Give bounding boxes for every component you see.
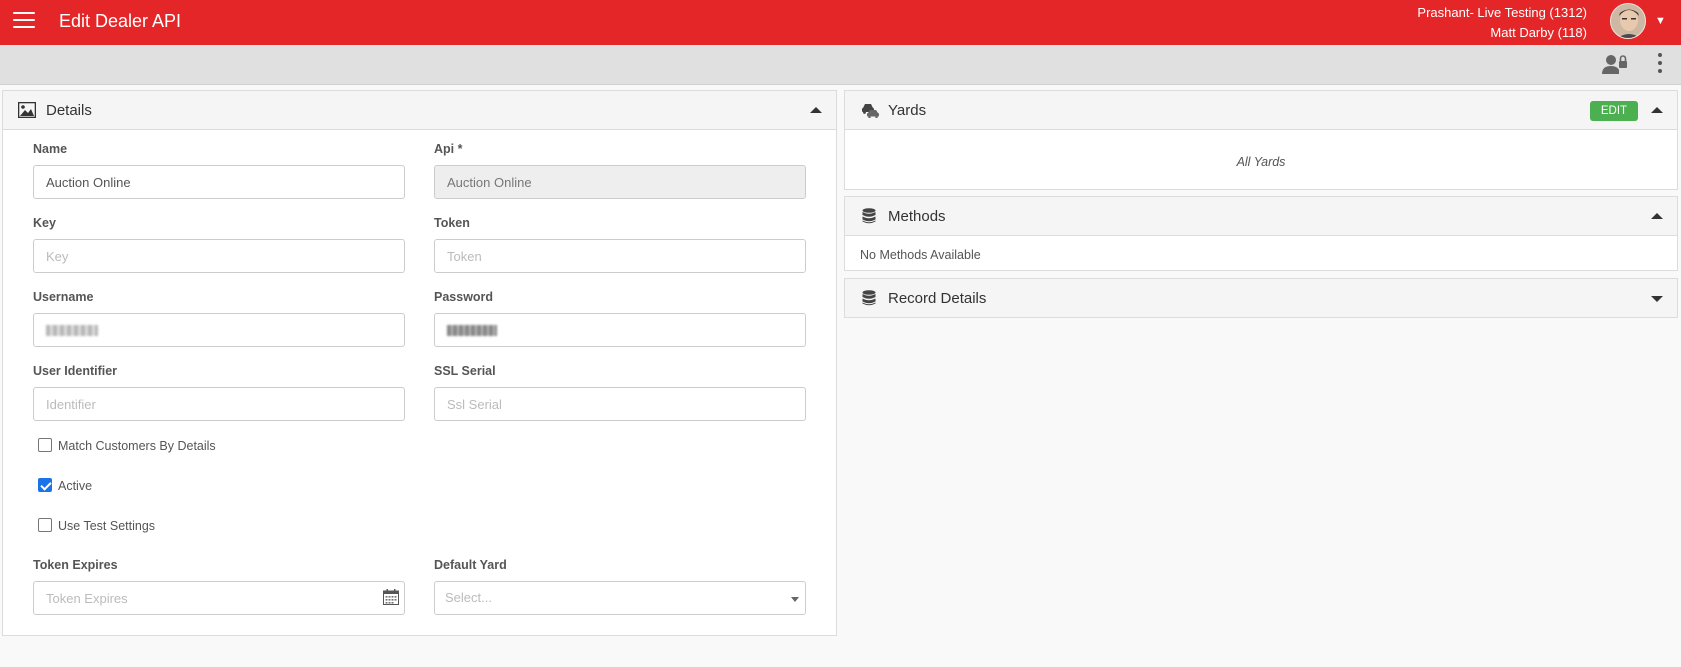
- yards-panel-header[interactable]: Yards: [845, 91, 1677, 130]
- user-info[interactable]: Prashant- Live Testing (1312) Matt Darby…: [1417, 3, 1587, 43]
- redacted-username: [46, 325, 98, 336]
- ssl-serial-label: SSL Serial: [434, 364, 496, 378]
- password-field[interactable]: [434, 313, 806, 347]
- match-customers-label: Match Customers By Details: [58, 439, 216, 453]
- record-details-panel-header[interactable]: Record Details: [845, 279, 1677, 317]
- default-yard-select[interactable]: Select...: [434, 581, 806, 615]
- name-field[interactable]: [33, 165, 405, 199]
- ssl-serial-field[interactable]: [434, 387, 806, 421]
- more-vertical-icon[interactable]: [1654, 53, 1666, 75]
- use-test-settings-checkbox[interactable]: [38, 518, 52, 532]
- record-details-panel: Record Details: [844, 278, 1678, 318]
- active-label: Active: [58, 479, 93, 493]
- page-title: Edit Dealer API: [59, 11, 182, 31]
- collapse-icon[interactable]: [810, 107, 822, 113]
- collapse-icon[interactable]: [1651, 213, 1663, 219]
- record-details-panel-title: Record Details: [888, 290, 987, 307]
- token-label: Token: [434, 216, 470, 230]
- api-label: Api *: [434, 142, 463, 156]
- methods-panel: Methods No Methods Available: [844, 196, 1678, 271]
- key-label: Key: [33, 216, 56, 230]
- token-expires-field[interactable]: [33, 581, 405, 615]
- methods-content: No Methods Available: [860, 248, 981, 262]
- details-panel-title: Details: [46, 102, 92, 119]
- sub-toolbar: [0, 45, 1681, 85]
- yards-edit-button[interactable]: EDIT: [1590, 101, 1638, 121]
- redacted-password: [447, 325, 497, 336]
- username-label: Username: [33, 290, 94, 304]
- password-label: Password: [434, 290, 494, 304]
- cars-icon: [862, 104, 879, 118]
- database-icon: [862, 290, 876, 306]
- calendar-icon[interactable]: [383, 589, 399, 605]
- collapse-icon[interactable]: [1651, 107, 1663, 113]
- methods-panel-title: Methods: [888, 208, 946, 225]
- token-expires-label: Token Expires: [33, 558, 118, 572]
- username-field[interactable]: [33, 313, 405, 347]
- expand-icon[interactable]: [1651, 296, 1663, 302]
- user-lock-icon[interactable]: [1602, 52, 1628, 76]
- methods-panel-header[interactable]: Methods: [845, 197, 1677, 236]
- top-app-bar: Edit Dealer API Prashant- Live Testing (…: [0, 0, 1681, 45]
- hamburger-menu-icon[interactable]: [13, 12, 35, 30]
- database-icon: [862, 208, 876, 224]
- yards-panel: Yards All Yards: [844, 90, 1678, 190]
- yards-panel-title: Yards: [888, 102, 927, 119]
- token-expires-wrapper: [33, 581, 405, 615]
- name-label: Name: [33, 142, 68, 156]
- use-test-settings-label: Use Test Settings: [58, 519, 156, 533]
- default-yard-label: Default Yard: [434, 558, 507, 572]
- yards-content: All Yards: [1236, 155, 1286, 169]
- user-identifier-field[interactable]: [33, 387, 405, 421]
- image-icon: [18, 102, 36, 118]
- api-field[interactable]: [434, 165, 806, 199]
- details-panel-header[interactable]: Details: [3, 91, 836, 130]
- chevron-down-icon[interactable]: ▼: [1655, 15, 1666, 27]
- key-field[interactable]: [33, 239, 405, 273]
- user-info-line2: Matt Darby (118): [1490, 25, 1587, 40]
- default-yard-placeholder: Select...: [445, 590, 492, 605]
- avatar[interactable]: [1610, 3, 1646, 39]
- match-customers-checkbox[interactable]: [38, 438, 52, 452]
- token-field[interactable]: [434, 239, 806, 273]
- chevron-down-icon: [791, 597, 799, 602]
- user-info-line1: Prashant- Live Testing (1312): [1417, 5, 1587, 20]
- user-identifier-label: User Identifier: [33, 364, 118, 378]
- active-checkbox[interactable]: [38, 478, 52, 492]
